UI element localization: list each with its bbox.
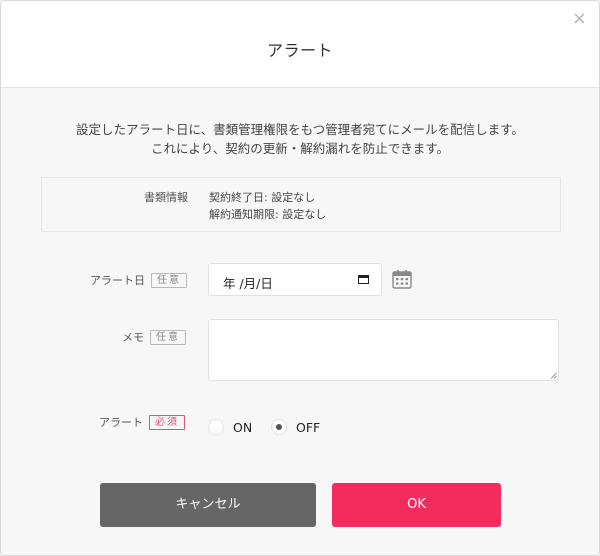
alert-date-input[interactable]: 年 /月/日 <box>208 263 382 296</box>
radio-on-label: ON <box>233 419 253 435</box>
alert-dialog: アラート × 設定したアラート日に、書類管理権限をもつ管理者宛てにメールを配信し… <box>0 0 600 556</box>
optional-badge: 任意 <box>151 273 187 288</box>
document-info-values: 契約終了日: 設定なし 解約通知期限: 設定なし <box>209 189 326 223</box>
required-badge: 必須 <box>149 415 185 430</box>
radio-off-circle[interactable] <box>271 419 287 435</box>
alert-date-value: 年 /月/日 <box>223 276 273 291</box>
description: 設定したアラート日に、書類管理権限をもつ管理者宛てにメールを配信します。 これに… <box>1 120 599 158</box>
memo-label-group: メモ 任意 <box>122 329 186 345</box>
cancel-button[interactable]: キャンセル <box>100 483 316 527</box>
resize-handle-icon[interactable] <box>550 372 557 379</box>
radio-off-label: OFF <box>296 419 321 435</box>
alert-toggle-label: アラート <box>99 416 143 429</box>
close-icon[interactable]: × <box>572 9 587 29</box>
radio-on-circle[interactable] <box>208 419 224 435</box>
document-info-label: 書類情報 <box>144 191 188 204</box>
optional-badge: 任意 <box>150 330 186 345</box>
memo-textarea[interactable] <box>208 319 559 381</box>
memo-label: メモ <box>122 331 144 344</box>
document-info-box: 書類情報 契約終了日: 設定なし 解約通知期限: 設定なし <box>41 177 561 232</box>
dialog-header: アラート × <box>1 1 599 88</box>
date-picker-icon[interactable] <box>358 274 369 284</box>
alert-date-label: アラート日 <box>90 274 145 287</box>
radio-off[interactable]: OFF <box>271 419 320 435</box>
contract-end-date: 契約終了日: 設定なし <box>209 191 316 204</box>
dialog-title: アラート <box>266 41 333 60</box>
alert-date-label-group: アラート日 任意 <box>90 272 187 288</box>
alert-toggle-label-group: アラート 必須 <box>99 414 185 430</box>
radio-on[interactable]: ON <box>208 419 252 435</box>
ok-button[interactable]: OK <box>332 483 501 527</box>
calendar-icon[interactable] <box>392 269 412 289</box>
cancel-notice-deadline: 解約通知期限: 設定なし <box>209 208 327 221</box>
description-line-2: これにより、契約の更新・解約漏れを防止できます。 <box>150 141 449 156</box>
description-line-1: 設定したアラート日に、書類管理権限をもつ管理者宛てにメールを配信します。 <box>76 122 524 137</box>
